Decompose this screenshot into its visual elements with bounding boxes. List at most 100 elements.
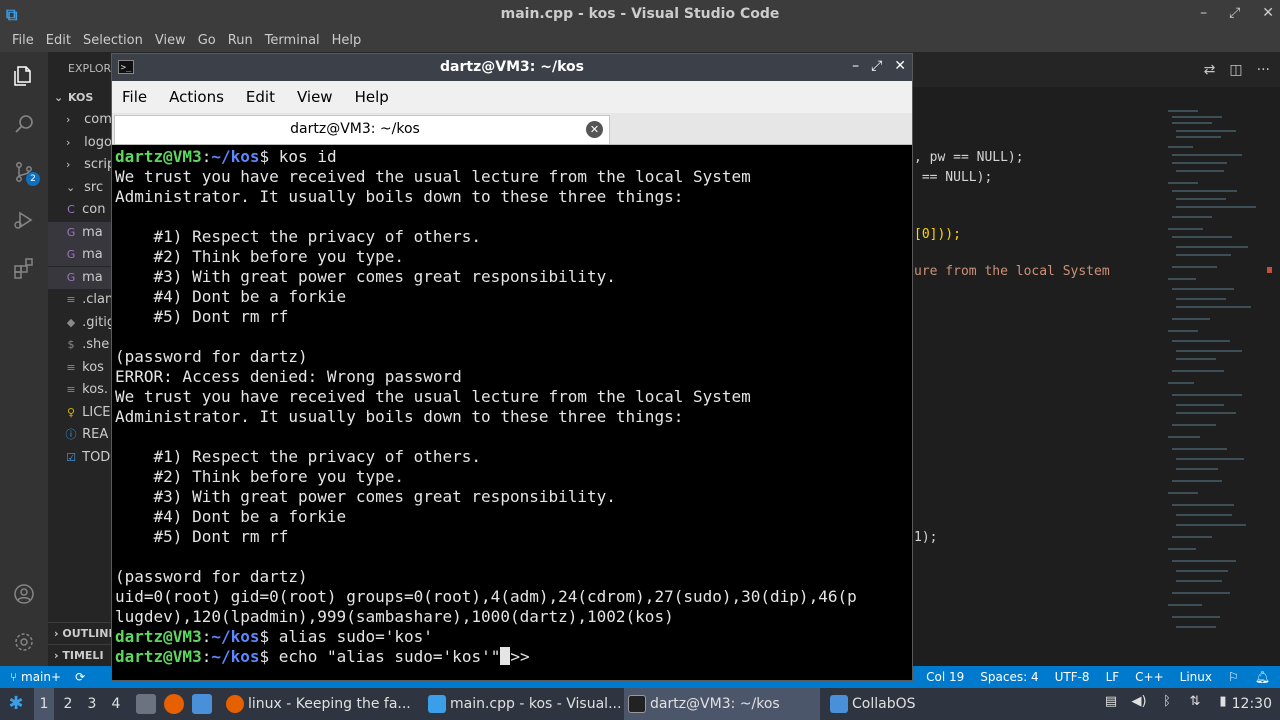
clock[interactable]: 12:30 xyxy=(1232,688,1272,720)
code-fragment[interactable]: ure from the local System xyxy=(914,264,1110,279)
workspace-2[interactable]: 2 xyxy=(58,688,78,720)
editor-actions: ⇄ ◫ ··· xyxy=(1204,62,1270,78)
clipboard-icon[interactable]: ▤ xyxy=(1102,694,1120,712)
vscode-menu-bar: File Edit Selection View Go Run Terminal… xyxy=(0,30,1280,52)
bluetooth-icon[interactable]: ᛒ xyxy=(1158,694,1176,712)
tree-item-label: kos. xyxy=(78,382,109,397)
term-menu-edit[interactable]: Edit xyxy=(242,81,283,113)
system-tray: ▤ ◀) ᛒ ⇅ ▮ xyxy=(1102,694,1232,712)
explorer-icon[interactable] xyxy=(12,64,36,88)
term-menu-view[interactable]: View xyxy=(293,81,341,113)
terminal-line: #5) Dont rm rf xyxy=(115,307,289,326)
firefox-icon xyxy=(226,695,244,713)
workspace-3[interactable]: 3 xyxy=(82,688,102,720)
workspace-1[interactable]: 1 xyxy=(34,688,54,720)
code-fragment[interactable]: 1); xyxy=(914,530,937,545)
close-icon[interactable]: ✕ xyxy=(894,58,906,74)
chevron-down-icon: ⌄ xyxy=(66,180,76,194)
task-terminal[interactable]: dartz@VM3: ~/kos xyxy=(624,688,820,720)
end-of-line[interactable]: LF xyxy=(1106,666,1120,688)
tree-item-label: logo xyxy=(80,134,112,150)
platform[interactable]: Linux xyxy=(1180,666,1212,688)
close-icon[interactable]: ✕ xyxy=(1262,5,1274,21)
network-icon[interactable]: ⇅ xyxy=(1186,694,1204,712)
minimap[interactable] xyxy=(1164,107,1264,637)
menu-run[interactable]: Run xyxy=(222,30,259,52)
term-menu-actions[interactable]: Actions xyxy=(165,81,232,113)
term-menu-help[interactable]: Help xyxy=(351,81,397,113)
task-vscode[interactable]: main.cpp - kos - Visual... xyxy=(424,688,620,720)
terminal-tab[interactable]: dartz@VM3: ~/kos ✕ xyxy=(114,115,610,144)
more-actions-icon[interactable]: ··· xyxy=(1257,62,1270,78)
prompt-command: alias sudo='kos' xyxy=(269,627,433,646)
file-icon: C xyxy=(67,203,75,216)
tree-item-label: .clan xyxy=(78,292,114,307)
code-fragment[interactable]: , pw == NULL); xyxy=(914,150,1024,165)
file-icon: G xyxy=(66,225,76,239)
prompt-separator: : xyxy=(201,147,212,166)
minimize-icon[interactable]: – xyxy=(1200,5,1207,21)
minimize-icon[interactable]: – xyxy=(852,58,859,74)
maximize-icon[interactable]: ⤢ xyxy=(871,58,882,74)
code-fragment[interactable]: [0])); xyxy=(914,227,961,242)
terminal-line: #2) Think before you type. xyxy=(115,467,404,486)
language-mode[interactable]: C++ xyxy=(1135,666,1164,688)
tree-item-label: REA xyxy=(78,427,109,442)
terminal-line: #4) Dont be a forkie xyxy=(115,287,347,306)
start-menu-icon[interactable]: ✱ xyxy=(4,692,28,716)
file-manager-icon[interactable] xyxy=(136,694,156,714)
menu-file[interactable]: File xyxy=(6,30,40,52)
terminal-line: #1) Respect the privacy of others. xyxy=(115,227,482,246)
tree-item-label: con xyxy=(78,202,106,217)
maximize-icon[interactable]: ⤢ xyxy=(1229,5,1240,21)
terminal-line: (password for dartz) xyxy=(115,567,308,586)
firefox-icon[interactable] xyxy=(164,694,184,714)
terminal-line: #2) Think before you type. xyxy=(115,247,404,266)
menu-go[interactable]: Go xyxy=(192,30,222,52)
terminal-line: lugdev),120(lpadmin),999(sambashare),100… xyxy=(115,607,674,626)
sync-icon[interactable]: ⟳ xyxy=(75,666,85,688)
search-icon[interactable] xyxy=(12,112,36,136)
prompt-symbol: $ xyxy=(259,627,270,646)
tree-item-label: .gitig xyxy=(78,314,116,330)
indentation[interactable]: Spaces: 4 xyxy=(980,666,1038,688)
prompt-separator: : xyxy=(201,647,212,666)
terminal-output[interactable]: dartz@VM3:~/kos$ kos id We trust you have… xyxy=(115,147,909,677)
cursor-position[interactable]: Col 19 xyxy=(926,666,964,688)
menu-terminal[interactable]: Terminal xyxy=(259,30,326,52)
encoding[interactable]: UTF-8 xyxy=(1055,666,1090,688)
workspace-4[interactable]: 4 xyxy=(106,688,126,720)
code-fragment[interactable]: == NULL); xyxy=(914,170,992,185)
terminal-line: #1) Respect the privacy of others. xyxy=(115,447,482,466)
menu-edit[interactable]: Edit xyxy=(40,30,77,52)
tree-item-label: ma xyxy=(78,247,103,262)
terminal-line: ERROR: Access denied: Wrong password xyxy=(115,367,462,386)
open-changes-icon[interactable]: ⇄ xyxy=(1204,62,1216,78)
volume-icon[interactable]: ◀) xyxy=(1130,694,1148,712)
file-icon: ♀ xyxy=(66,405,76,419)
feedback-icon[interactable]: ⚐ xyxy=(1228,666,1239,688)
terminal-title-bar[interactable]: >_ dartz@VM3: ~/kos – ⤢ ✕ xyxy=(112,54,912,81)
settings-gear-icon[interactable] xyxy=(12,630,36,654)
extensions-icon[interactable] xyxy=(12,256,36,280)
split-editor-icon[interactable]: ◫ xyxy=(1229,62,1242,78)
chevron-right-icon: › xyxy=(66,158,71,171)
task-collabos[interactable]: CollabOS xyxy=(826,688,946,720)
file-icon: ≡ xyxy=(66,293,76,306)
menu-view[interactable]: View xyxy=(149,30,192,52)
run-debug-icon[interactable] xyxy=(12,208,36,232)
menu-help[interactable]: Help xyxy=(326,30,368,52)
git-branch-icon[interactable]: ⑂ main+ xyxy=(10,666,61,688)
battery-icon[interactable]: ▮ xyxy=(1214,694,1232,712)
tree-item-label: LICE xyxy=(78,404,111,420)
terminal-line: We trust you have received the usual lec… xyxy=(115,387,751,406)
term-menu-file[interactable]: File xyxy=(118,81,155,113)
menu-selection[interactable]: Selection xyxy=(77,30,149,52)
show-desktop-icon[interactable] xyxy=(192,694,212,714)
account-icon[interactable] xyxy=(12,582,36,606)
task-firefox[interactable]: linux - Keeping the fa... xyxy=(222,688,418,720)
close-tab-icon[interactable]: ✕ xyxy=(586,121,603,138)
notifications-bell-icon[interactable]: 🔔︎ xyxy=(1255,666,1270,688)
file-icon: ⓘ xyxy=(65,428,77,441)
